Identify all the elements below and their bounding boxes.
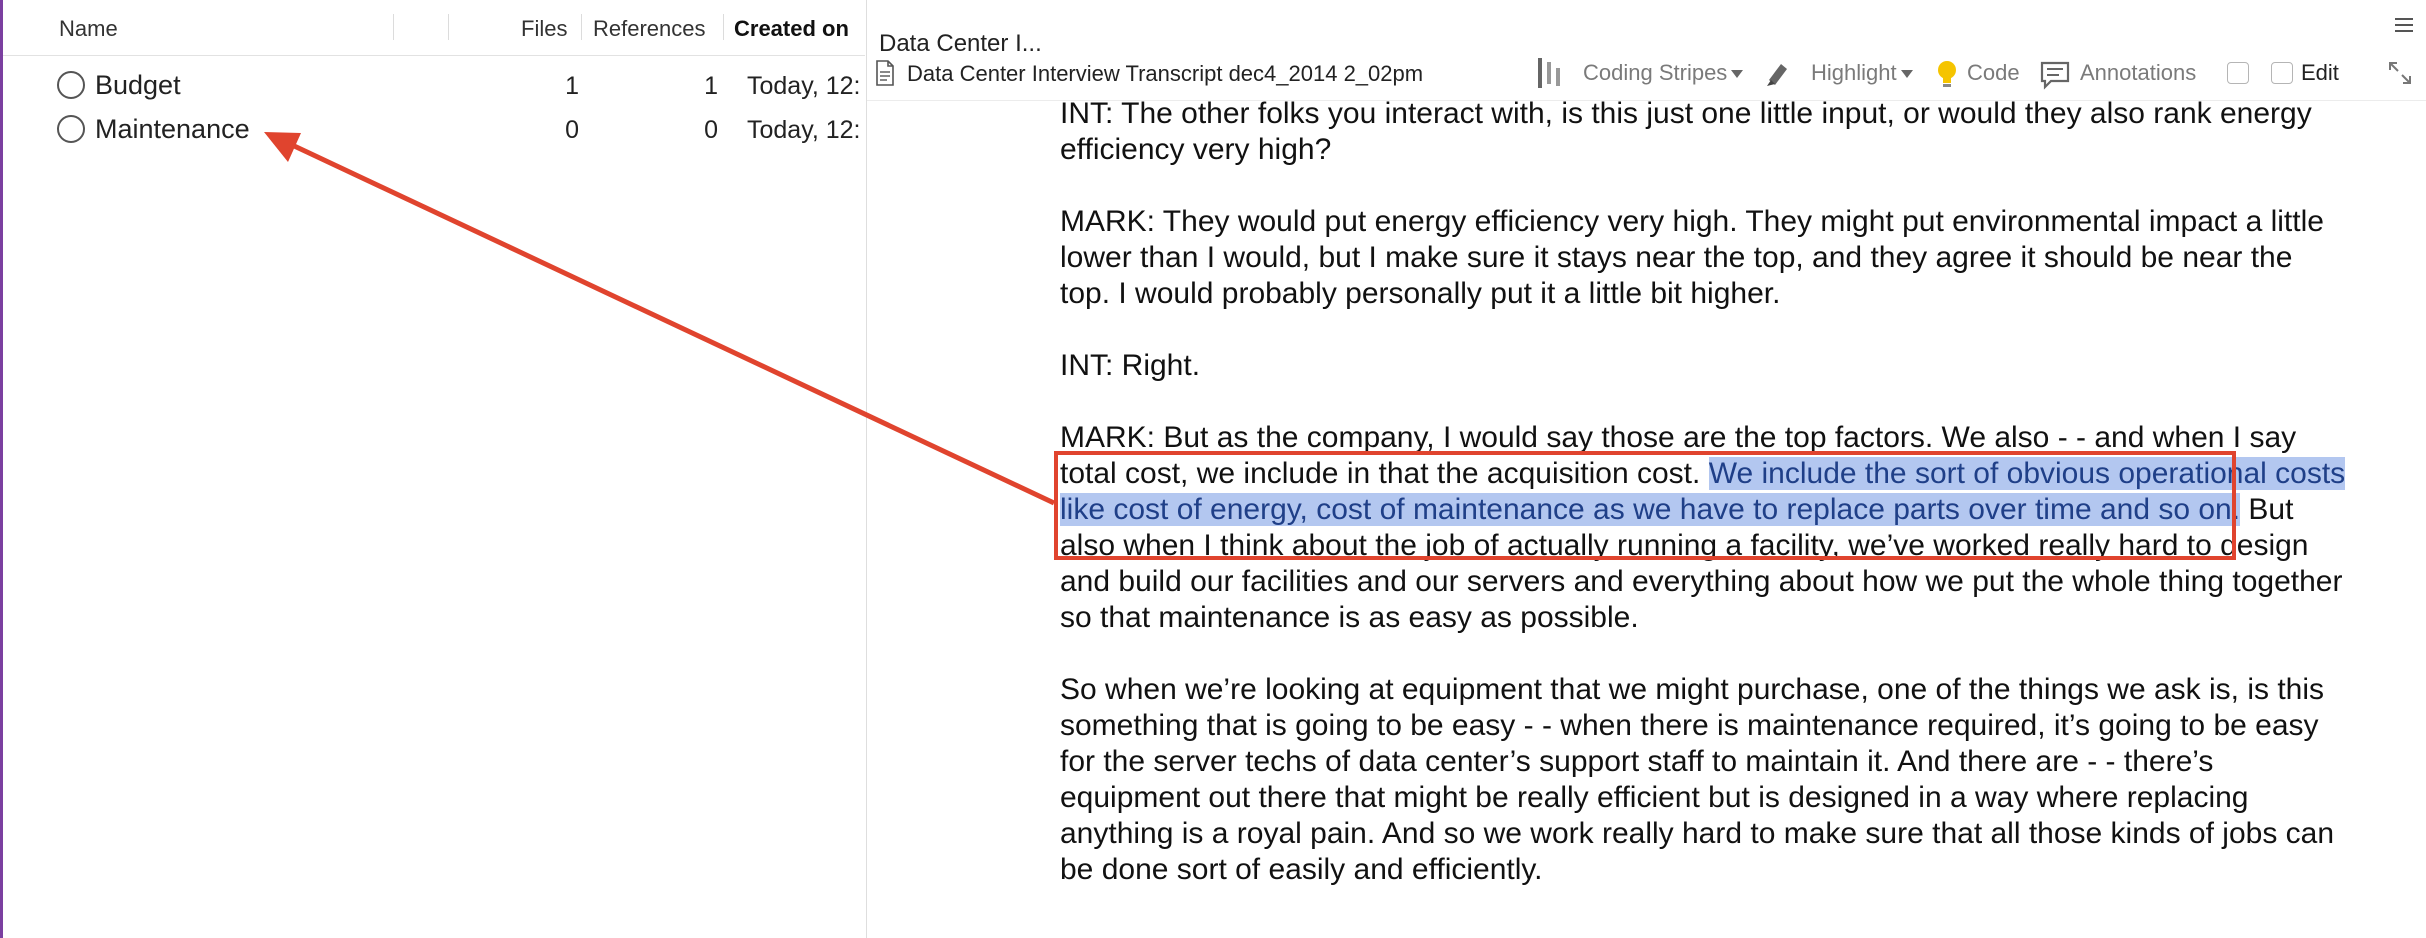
annotation-icon[interactable] xyxy=(2039,60,2071,90)
code-references-count: 1 xyxy=(704,72,718,100)
transcript-paragraph: INT: Right. xyxy=(1060,349,1201,382)
annotations-checkbox[interactable] xyxy=(2227,62,2249,84)
column-header-created-on[interactable]: Created on xyxy=(734,16,849,42)
column-separator xyxy=(448,14,449,40)
column-separator xyxy=(723,14,724,40)
transcript-paragraph: So when we’re looking at equipment that … xyxy=(1060,673,2335,886)
code-name: Maintenance xyxy=(95,114,250,144)
code-files-count: 1 xyxy=(565,72,579,100)
code-references-count: 0 xyxy=(704,116,718,144)
transcript-paragraph: INT: The other folks you interact with, … xyxy=(1060,97,2312,166)
column-header-files[interactable]: Files xyxy=(521,16,567,42)
lightbulb-icon[interactable] xyxy=(1934,58,1960,90)
code-created-on: Today, 12: xyxy=(747,116,861,144)
code-name: Budget xyxy=(95,70,181,100)
annotations-button[interactable]: Annotations xyxy=(2080,60,2196,86)
document-icon xyxy=(876,60,894,86)
code-files-count: 0 xyxy=(565,116,579,144)
document-file-name: Data Center Interview Transcript dec4_20… xyxy=(907,61,1424,86)
column-header-name[interactable]: Name xyxy=(59,16,118,42)
highlighter-icon[interactable] xyxy=(1763,58,1793,88)
edit-checkbox[interactable] xyxy=(2271,62,2293,84)
codes-table-header: Name Files References Created on xyxy=(3,0,865,56)
code-created-on: Today, 12: xyxy=(747,72,861,100)
document-tab-title[interactable]: Data Center I... xyxy=(879,30,1042,58)
expand-icon[interactable] xyxy=(2387,60,2413,86)
code-button[interactable]: Code xyxy=(1967,60,2020,86)
column-separator xyxy=(393,14,394,40)
codes-pane: Name Files References Created on Budget … xyxy=(3,0,865,938)
transcript-text[interactable]: INT: The other folks you interact with, … xyxy=(1060,96,2350,924)
document-pane: Data Center I... Data Center Interview T… xyxy=(866,0,2426,938)
code-circle-icon xyxy=(57,71,85,99)
code-row[interactable]: Maintenance 0 0 Today, 12: xyxy=(3,108,865,152)
highlight-button[interactable]: Highlight xyxy=(1811,60,1913,86)
edit-label[interactable]: Edit xyxy=(2301,60,2339,86)
column-separator xyxy=(581,14,582,40)
coding-stripes-label: Coding Stripes xyxy=(1583,60,1728,85)
transcript-paragraph: MARK: They would put energy efficiency v… xyxy=(1060,205,2324,310)
column-header-references[interactable]: References xyxy=(593,16,706,42)
transcript-paragraph: MARK: But as the company, I would say th… xyxy=(1060,420,2350,636)
menu-icon[interactable] xyxy=(2395,18,2413,34)
highlight-label: Highlight xyxy=(1811,60,1897,85)
code-circle-icon xyxy=(57,115,85,143)
coding-stripes-icon[interactable] xyxy=(1535,56,1567,90)
document-toolbar: Data Center Interview Transcript dec4_20… xyxy=(867,56,2426,101)
chevron-down-icon xyxy=(1900,70,1913,79)
chevron-down-icon xyxy=(1731,70,1744,79)
code-row[interactable]: Budget 1 1 Today, 12: xyxy=(3,64,865,108)
coding-stripes-button[interactable]: Coding Stripes xyxy=(1583,60,1744,86)
